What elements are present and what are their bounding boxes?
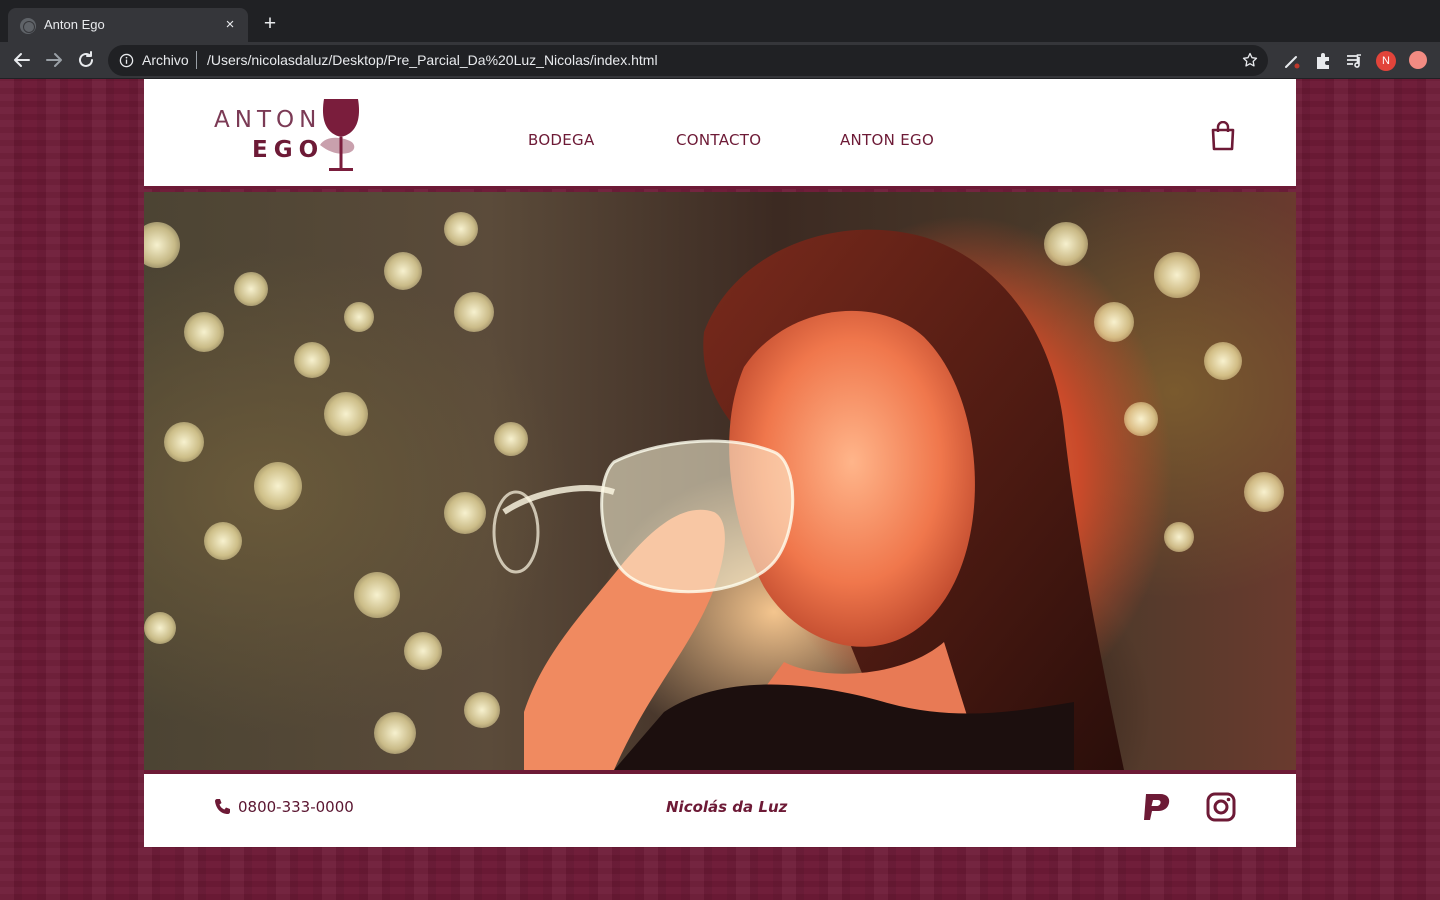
- address-bar[interactable]: Archivo /Users/nicolasdaluz/Desktop/Pre_…: [108, 45, 1268, 76]
- p-logo-icon[interactable]: [1140, 792, 1172, 822]
- phone-icon: [215, 799, 230, 814]
- nav-link-anton-ego[interactable]: ANTON EGO: [840, 131, 934, 149]
- update-icon[interactable]: [1409, 51, 1427, 69]
- tab-title: Anton Ego: [44, 17, 105, 32]
- site-header: ANTON EGO BODEGA CONTACTO ANTON EGO: [144, 79, 1296, 189]
- browser-toolbar: Archivo /Users/nicolasdaluz/Desktop/Pre_…: [0, 42, 1440, 79]
- wine-glass-icon: [320, 99, 360, 171]
- logo-text-ego: EGO: [252, 137, 325, 163]
- instagram-icon[interactable]: [1206, 792, 1236, 822]
- site-footer: 0800-333-0000 Nicolás da Luz: [144, 770, 1296, 847]
- globe-icon: [20, 18, 36, 34]
- tab-close-button[interactable]: ×: [220, 15, 240, 35]
- new-tab-button[interactable]: +: [258, 12, 282, 36]
- anton-ego-logo[interactable]: ANTON EGO: [214, 97, 364, 175]
- author-name: Nicolás da Luz: [666, 798, 788, 816]
- hero-image: [144, 192, 1296, 770]
- browser-tab-strip: Anton Ego × +: [0, 0, 1440, 42]
- media-queue-icon[interactable]: [1344, 51, 1364, 71]
- address-scheme-label: Archivo: [142, 52, 189, 68]
- address-separator: [196, 51, 197, 69]
- reload-icon[interactable]: [73, 47, 99, 73]
- nav-link-bodega[interactable]: BODEGA: [528, 131, 595, 149]
- puzzle-icon[interactable]: [1313, 51, 1333, 71]
- page-viewport: ANTON EGO BODEGA CONTACTO ANTON EGO 0800…: [0, 79, 1440, 900]
- phone-number[interactable]: 0800-333-0000: [238, 798, 354, 816]
- profile-avatar[interactable]: N: [1376, 51, 1396, 71]
- logo-text-anton: ANTON: [214, 107, 322, 133]
- browser-tab[interactable]: Anton Ego ×: [8, 8, 248, 42]
- back-arrow-icon[interactable]: [9, 47, 35, 73]
- nav-link-contacto[interactable]: CONTACTO: [676, 131, 761, 149]
- woman-drinking-wine-figure: [492, 229, 1124, 770]
- address-url[interactable]: /Users/nicolasdaluz/Desktop/Pre_Parcial_…: [207, 52, 658, 68]
- forward-arrow-icon[interactable]: [41, 47, 67, 73]
- star-icon[interactable]: [1242, 52, 1258, 68]
- info-icon[interactable]: [119, 53, 134, 68]
- shopping-bag-icon[interactable]: [1210, 121, 1236, 151]
- pen-icon[interactable]: [1282, 51, 1302, 71]
